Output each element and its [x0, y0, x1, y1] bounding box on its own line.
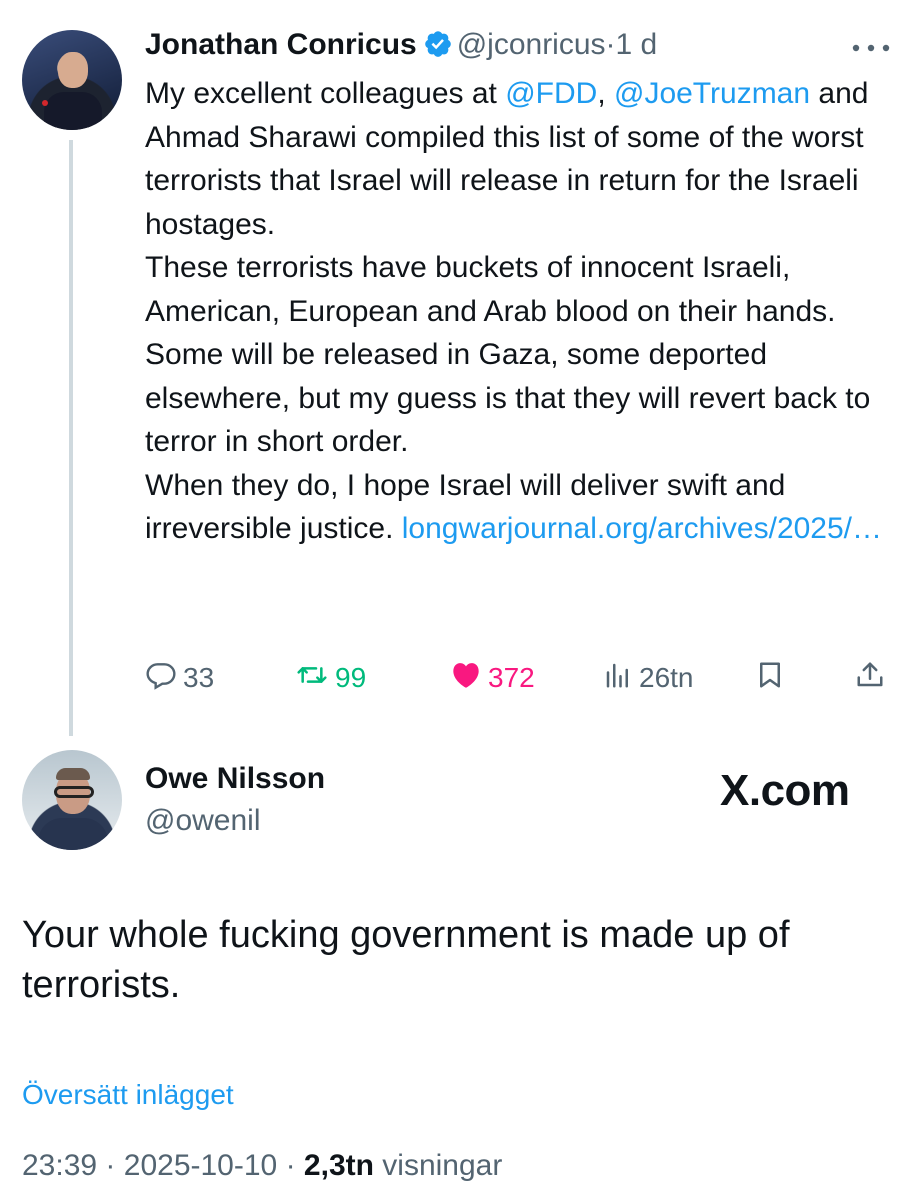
bookmark-icon	[755, 659, 791, 698]
tweet-text-segment: These terrorists have buckets of innocen…	[145, 251, 871, 458]
avatar-owe-nilsson[interactable]	[22, 750, 122, 850]
tweet-text-segment: ,	[597, 77, 614, 110]
bookmark-button[interactable]	[755, 655, 791, 701]
views-count: 2,3tn	[303, 1149, 374, 1182]
reply-text: Your whole fucking government is made up…	[22, 914, 790, 1006]
repost-count: 99	[335, 662, 367, 693]
x-com-watermark: X.com	[720, 766, 850, 815]
views-button[interactable]: 26tn	[603, 655, 694, 701]
post-time[interactable]: 23:39	[22, 1149, 97, 1182]
post-time[interactable]: 1 d	[616, 28, 658, 61]
like-button[interactable]: 372	[450, 655, 535, 701]
tweet-link[interactable]: longwarjournal.org/archives/2025/…	[402, 512, 882, 545]
share-button[interactable]	[855, 655, 891, 701]
views-label: visningar	[382, 1149, 503, 1182]
author-name[interactable]: Jonathan Conricus	[145, 28, 417, 61]
thread-connector-line	[69, 140, 73, 736]
repost-icon	[295, 659, 335, 698]
post-date[interactable]: 2025-10-10	[124, 1149, 277, 1182]
repost-button[interactable]: 99	[295, 655, 366, 701]
more-options-icon[interactable]	[846, 36, 896, 60]
reply-count: 33	[183, 662, 215, 693]
views-count: 26tn	[639, 662, 694, 693]
avatar-jonathan-conricus[interactable]	[22, 30, 122, 130]
reply-icon	[145, 659, 183, 698]
author-handle[interactable]: @jconricus	[457, 28, 606, 61]
reply-author-name[interactable]: Owe Nilsson	[145, 760, 325, 798]
tweet-paragraph: When they do, I hope Israel will deliver…	[145, 464, 900, 551]
tweet-paragraph: My excellent colleagues at @FDD, @JoeTru…	[145, 72, 900, 246]
tweet-actions: 33 99 372 26tn	[145, 655, 895, 701]
verified-badge-icon	[423, 29, 453, 69]
translate-post-link[interactable]: Översätt inlägget	[22, 1077, 234, 1113]
reply-author-handle[interactable]: @owenil	[145, 802, 261, 840]
tweet-text: My excellent colleagues at @FDD, @JoeTru…	[145, 72, 900, 551]
heart-icon	[450, 659, 488, 698]
separator-dot: ·	[285, 1149, 296, 1182]
tweet-paragraph: These terrorists have buckets of innocen…	[145, 246, 900, 464]
separator-dot: ·	[605, 28, 616, 61]
analytics-icon	[603, 660, 639, 697]
like-count: 372	[488, 662, 535, 693]
share-icon	[855, 659, 891, 698]
tweet-text-segment: My excellent colleagues at	[145, 77, 506, 110]
tweet-link[interactable]: @FDD	[505, 77, 597, 110]
tweet-link[interactable]: @JoeTruzman	[614, 77, 810, 110]
reply-button[interactable]: 33	[145, 655, 214, 701]
post-metadata: 23:39 · 2025-10-10 · 2,3tn visningar	[22, 1147, 502, 1185]
tweet-header: Jonathan Conricus @jconricus·1 d	[145, 26, 657, 69]
separator-dot: ·	[105, 1149, 116, 1182]
